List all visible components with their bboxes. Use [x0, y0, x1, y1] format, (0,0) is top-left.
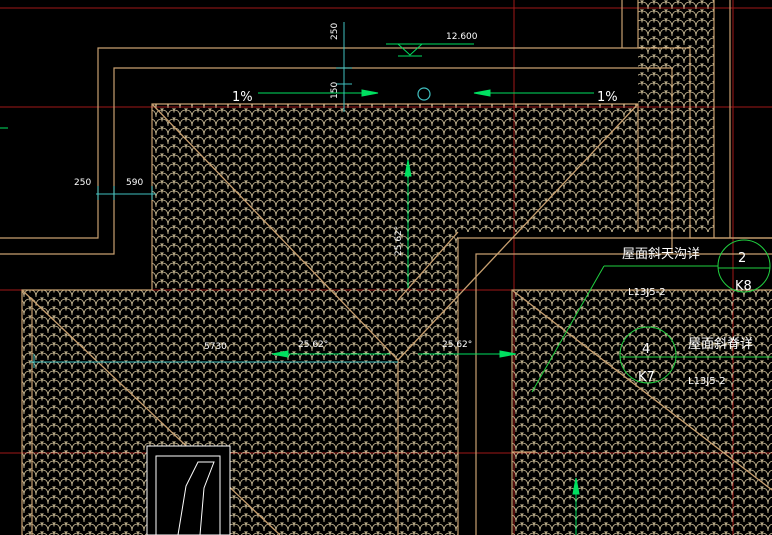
valley-ref: L13J5-2 — [628, 287, 666, 298]
ridge-sheet: K7 — [638, 370, 655, 385]
dim-590: 590 — [126, 178, 143, 188]
dim-250-left: 250 — [74, 178, 91, 188]
angle-vertical: 25.62° — [394, 226, 404, 256]
dim-150: 150 — [330, 82, 340, 99]
dim-5730: 5730 — [204, 342, 227, 352]
slope-right-label: 1% — [597, 90, 618, 105]
ridge-ref: L13J5-2 — [688, 376, 726, 387]
slope-left-label: 1% — [232, 90, 253, 105]
right-roof-tiles — [512, 290, 772, 535]
valley-number: 2 — [738, 251, 746, 266]
ridge-number: 4 — [642, 342, 650, 357]
ridge-title: 屋面斜脊详 — [688, 337, 753, 352]
roof-plan-drawing: 12.600 1% 1% 250 150 250 590 5730 25.62°… — [0, 0, 772, 535]
elevation-label: 12.600 — [446, 32, 478, 42]
valley-title: 屋面斜天沟详 — [622, 247, 700, 262]
angle-right: 25.62° — [442, 340, 472, 350]
right-strip-tiles — [638, 0, 714, 232]
angle-left: 25.62° — [298, 340, 328, 350]
triangle-elevation-icon — [386, 43, 474, 57]
valley-sheet: K8 — [735, 279, 752, 294]
skylight-opening — [146, 445, 231, 535]
dim-250-top: 250 — [330, 23, 340, 40]
circle-drain-icon — [417, 87, 431, 101]
